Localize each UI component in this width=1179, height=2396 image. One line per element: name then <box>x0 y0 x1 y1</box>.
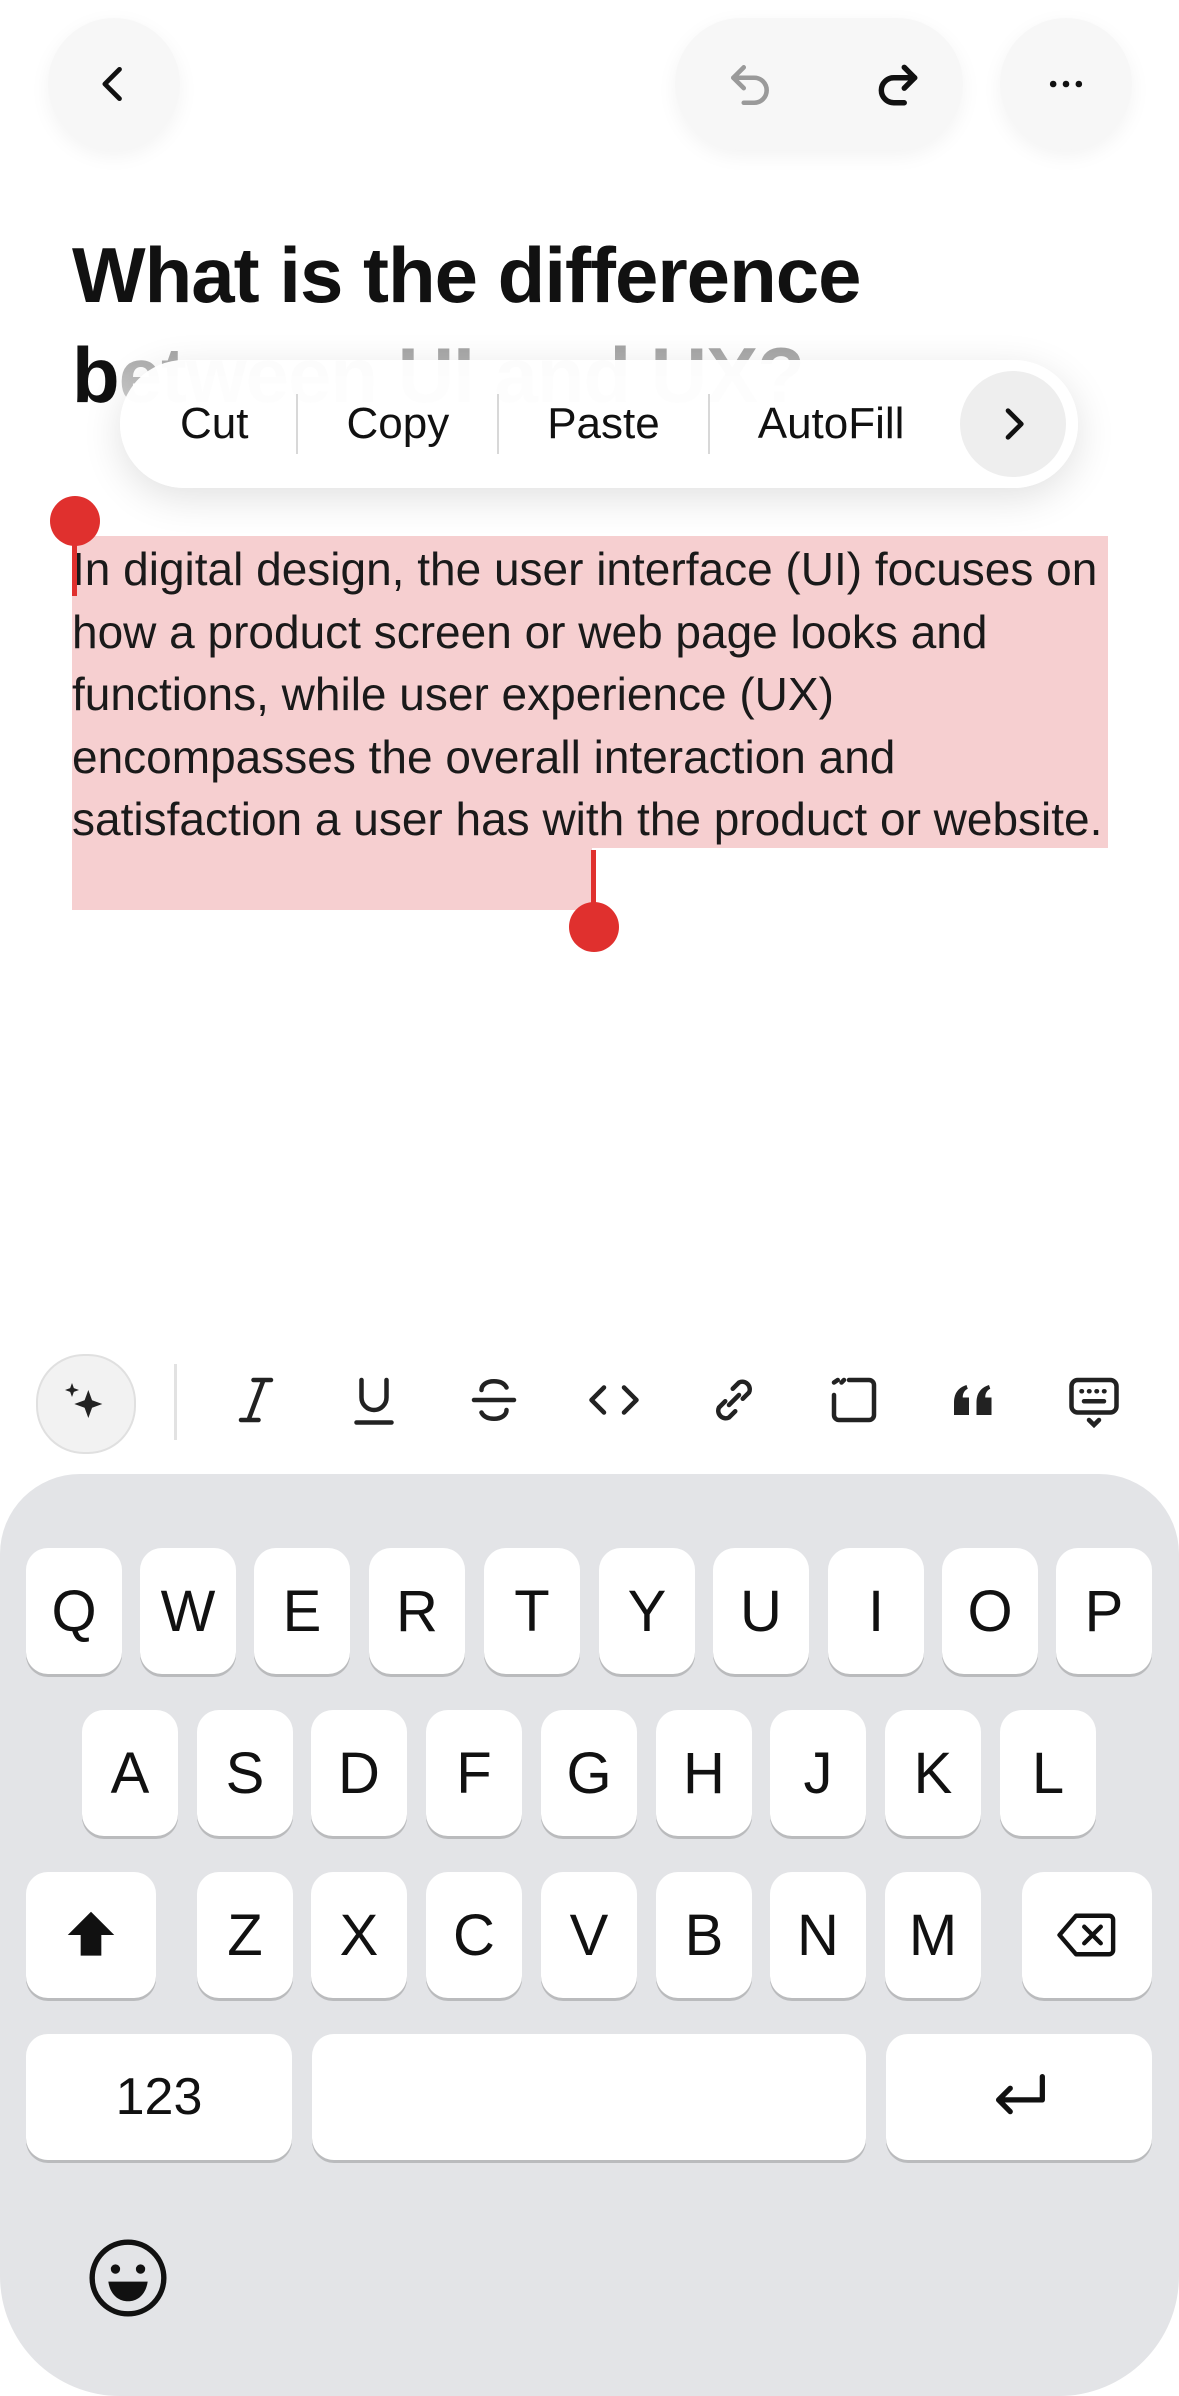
key-j[interactable]: J <box>770 1710 866 1836</box>
underline-icon <box>354 1377 394 1425</box>
shift-key[interactable] <box>26 1872 156 1998</box>
code-block-icon <box>831 1377 877 1423</box>
chevron-left-icon <box>102 66 122 102</box>
ai-assist-button[interactable] <box>36 1354 136 1454</box>
space-key[interactable] <box>312 2034 866 2160</box>
back-button[interactable] <box>48 18 180 150</box>
key-s[interactable]: S <box>197 1710 293 1836</box>
selection-start-caret <box>72 538 77 596</box>
emoji-icon <box>89 2239 167 2317</box>
key-v[interactable]: V <box>541 1872 637 1998</box>
key-b[interactable]: B <box>656 1872 752 1998</box>
key-n[interactable]: N <box>770 1872 866 1998</box>
inline-code-button[interactable] <box>574 1360 654 1440</box>
hide-keyboard-button[interactable] <box>1054 1360 1134 1440</box>
key-d[interactable]: D <box>311 1710 407 1836</box>
key-w[interactable]: W <box>140 1548 236 1674</box>
return-key[interactable] <box>886 2034 1152 2160</box>
emoji-button[interactable] <box>82 2232 174 2324</box>
code-icon <box>589 1385 639 1415</box>
strikethrough-button[interactable] <box>454 1360 534 1440</box>
undo-icon <box>731 65 769 106</box>
menu-item-autofill[interactable]: AutoFill <box>710 394 953 454</box>
menu-item-copy[interactable]: Copy <box>298 394 500 454</box>
key-a[interactable]: A <box>82 1710 178 1836</box>
edit-context-menu: Cut Copy Paste AutoFill <box>120 360 1078 488</box>
chevron-right-icon <box>1005 408 1024 440</box>
backspace-icon <box>1057 1913 1116 1957</box>
italic-icon <box>238 1377 274 1423</box>
redo-button[interactable] <box>848 36 948 132</box>
key-q[interactable]: Q <box>26 1548 122 1674</box>
quote-button[interactable] <box>934 1360 1014 1440</box>
keyboard-dismiss-icon <box>1069 1377 1119 1429</box>
key-l[interactable]: L <box>1000 1710 1096 1836</box>
redo-icon <box>878 64 918 106</box>
ai-sparkle-icon <box>65 1383 103 1418</box>
key-i[interactable]: I <box>828 1548 924 1674</box>
key-k[interactable]: K <box>885 1710 981 1836</box>
link-icon <box>716 1379 752 1421</box>
body-paragraph[interactable]: In digital design, the user interface (U… <box>72 538 1108 851</box>
selection-highlight-tail <box>72 848 592 910</box>
more-horizontal-icon <box>1049 80 1083 88</box>
key-g[interactable]: G <box>541 1710 637 1836</box>
menu-item-paste[interactable]: Paste <box>499 394 710 454</box>
key-f[interactable]: F <box>426 1710 522 1836</box>
quote-icon <box>954 1385 992 1415</box>
undo-button[interactable] <box>700 36 800 132</box>
key-z[interactable]: Z <box>197 1872 293 1998</box>
delete-key[interactable] <box>1022 1872 1152 1998</box>
key-t[interactable]: T <box>484 1548 580 1674</box>
software-keyboard: Q W E R T Y U I O P A S D F G H J K L Z … <box>0 1474 1179 2396</box>
link-button[interactable] <box>694 1360 774 1440</box>
key-o[interactable]: O <box>942 1548 1038 1674</box>
numbers-key[interactable]: 123 <box>26 2034 292 2160</box>
key-p[interactable]: P <box>1056 1548 1152 1674</box>
key-h[interactable]: H <box>656 1710 752 1836</box>
underline-button[interactable] <box>334 1360 414 1440</box>
toolbar-divider <box>174 1364 177 1440</box>
key-m[interactable]: M <box>885 1872 981 1998</box>
selection-end-caret <box>591 850 596 910</box>
key-c[interactable]: C <box>426 1872 522 1998</box>
shift-icon <box>67 1911 115 1956</box>
key-u[interactable]: U <box>713 1548 809 1674</box>
italic-button[interactable] <box>216 1360 296 1440</box>
menu-item-cut[interactable]: Cut <box>120 394 299 454</box>
code-block-button[interactable] <box>814 1360 894 1440</box>
return-icon <box>995 2073 1045 2115</box>
key-r[interactable]: R <box>369 1548 465 1674</box>
key-x[interactable]: X <box>311 1872 407 1998</box>
menu-more-button[interactable] <box>960 371 1066 477</box>
more-button[interactable] <box>1000 18 1132 150</box>
key-y[interactable]: Y <box>599 1548 695 1674</box>
key-e[interactable]: E <box>254 1548 350 1674</box>
strikethrough-icon <box>471 1378 517 1422</box>
selection-end-handle[interactable] <box>569 902 619 952</box>
